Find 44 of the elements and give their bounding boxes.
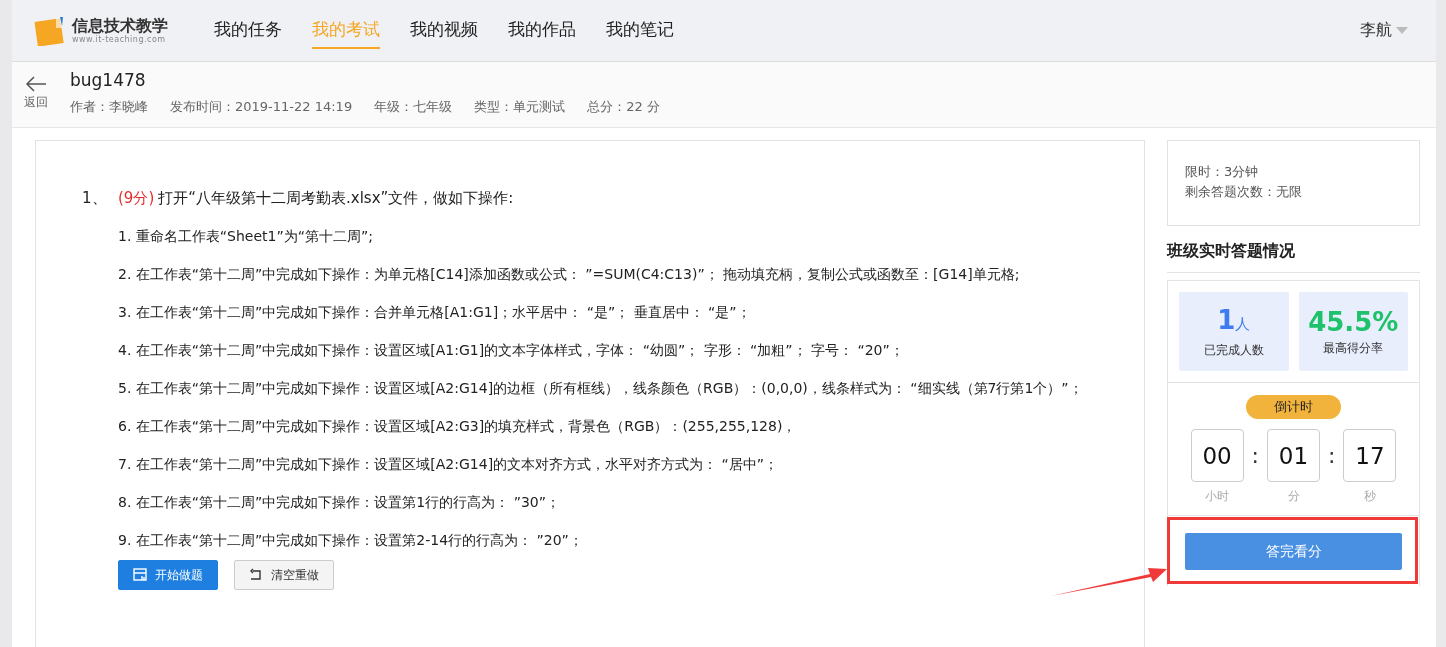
question-step: 7. 在工作表“第十二周”中完成如下操作：设置区域[A2:G14]的文本对齐方式，水平对齐方式为： “居中”； bbox=[118, 454, 1094, 474]
question-step: 2. 在工作表“第十二周”中完成如下操作：为单元格[C14]添加函数或公式： ”=SUM(C4:C13)”； 拖动填充柄，复制公式或函数至：[G14]单元格; bbox=[118, 264, 1094, 284]
timer-unit: 秒 bbox=[1363, 488, 1376, 505]
exam-meta: 作者：李晓峰 bbox=[70, 98, 148, 116]
exam-meta: 总分：22 分 bbox=[587, 98, 660, 116]
logo-url: www.it-teaching.com bbox=[72, 35, 167, 44]
countdown-badge: 倒计时 bbox=[1246, 395, 1341, 419]
question-step: 8. 在工作表“第十二周”中完成如下操作：设置第1行的行高为： ”30”； bbox=[118, 492, 1094, 512]
logo-title: 信息技术教学 bbox=[72, 17, 168, 35]
question-step: 6. 在工作表“第十二周”中完成如下操作：设置区域[A2:G3]的填充样式，背景色（RGB）：(255,255,128)， bbox=[118, 416, 1094, 436]
colon-separator: : bbox=[1328, 442, 1336, 470]
nav-tab[interactable]: 我的视频 bbox=[410, 12, 478, 49]
question-step: 4. 在工作表“第十二周”中完成如下操作：设置区域[A1:G1]的文本字体样式，字体： “幼圆”； 字形： “加粗”； 字号： “20”； bbox=[118, 340, 1094, 360]
back-button[interactable]: 返回 bbox=[22, 76, 50, 127]
exam-meta: 类型：单元测试 bbox=[474, 98, 566, 116]
timer-unit: 小时 bbox=[1205, 488, 1230, 505]
info-text: 限时：3分钟 bbox=[1185, 163, 1260, 181]
question-step: 3. 在工作表“第十二周”中完成如下操作：合并单元格[A1:G1]；水平居中： “是”； 垂直居中： “是”； bbox=[118, 302, 1094, 322]
start-button[interactable]: 开始做题 bbox=[118, 560, 218, 590]
user-name[interactable]: 李航 bbox=[1360, 20, 1392, 41]
stat-value: 45.5% bbox=[1308, 306, 1399, 338]
timer-unit: 分 bbox=[1287, 488, 1300, 505]
nav-tab[interactable]: 我的笔记 bbox=[606, 12, 674, 49]
question-score: (9分) bbox=[118, 189, 155, 208]
stat-label: 已完成人数 bbox=[1203, 342, 1264, 359]
stat-label: 最高得分率 bbox=[1323, 340, 1384, 357]
info-text: 剩余答题次数：无限 bbox=[1185, 183, 1303, 201]
question-prompt: 打开“八年级第十二周考勤表.xlsx”文件，做如下操作: bbox=[158, 189, 514, 208]
timer-digits: 01 bbox=[1267, 429, 1320, 482]
question-step: 1. 重命名工作表“Sheet1”为“第十二周”; bbox=[118, 226, 1094, 246]
question-step: 9. 在工作表“第十二周”中完成如下操作：设置第2-14行的行高为： ”20”； bbox=[118, 530, 1094, 550]
stat-value: 1人 bbox=[1217, 304, 1251, 337]
question-step: 5. 在工作表“第十二周”中完成如下操作：设置区域[A2:G14]的边框（所有框线），线条颜色（RGB）：(0,0,0)，线条样式为： “细实线（第7行第1个）”； bbox=[118, 378, 1094, 398]
exam-meta: 年级：七年级 bbox=[374, 98, 453, 116]
question-number: 1、 bbox=[82, 189, 108, 208]
exam-meta: 发布时间：2019-11-22 14:19 bbox=[170, 98, 353, 116]
reset-button[interactable]: 清空重做 bbox=[234, 560, 334, 590]
timer-digits: 17 bbox=[1343, 429, 1397, 482]
section-title: 班级实时答题情况 bbox=[1167, 241, 1420, 273]
timer-digits: 00 bbox=[1190, 429, 1244, 482]
exam-title: bug1478 bbox=[70, 70, 147, 90]
nav-tab[interactable]: 我的任务 bbox=[214, 12, 282, 49]
nav-tab[interactable]: 我的作品 bbox=[508, 12, 576, 49]
colon-separator: : bbox=[1251, 442, 1259, 470]
